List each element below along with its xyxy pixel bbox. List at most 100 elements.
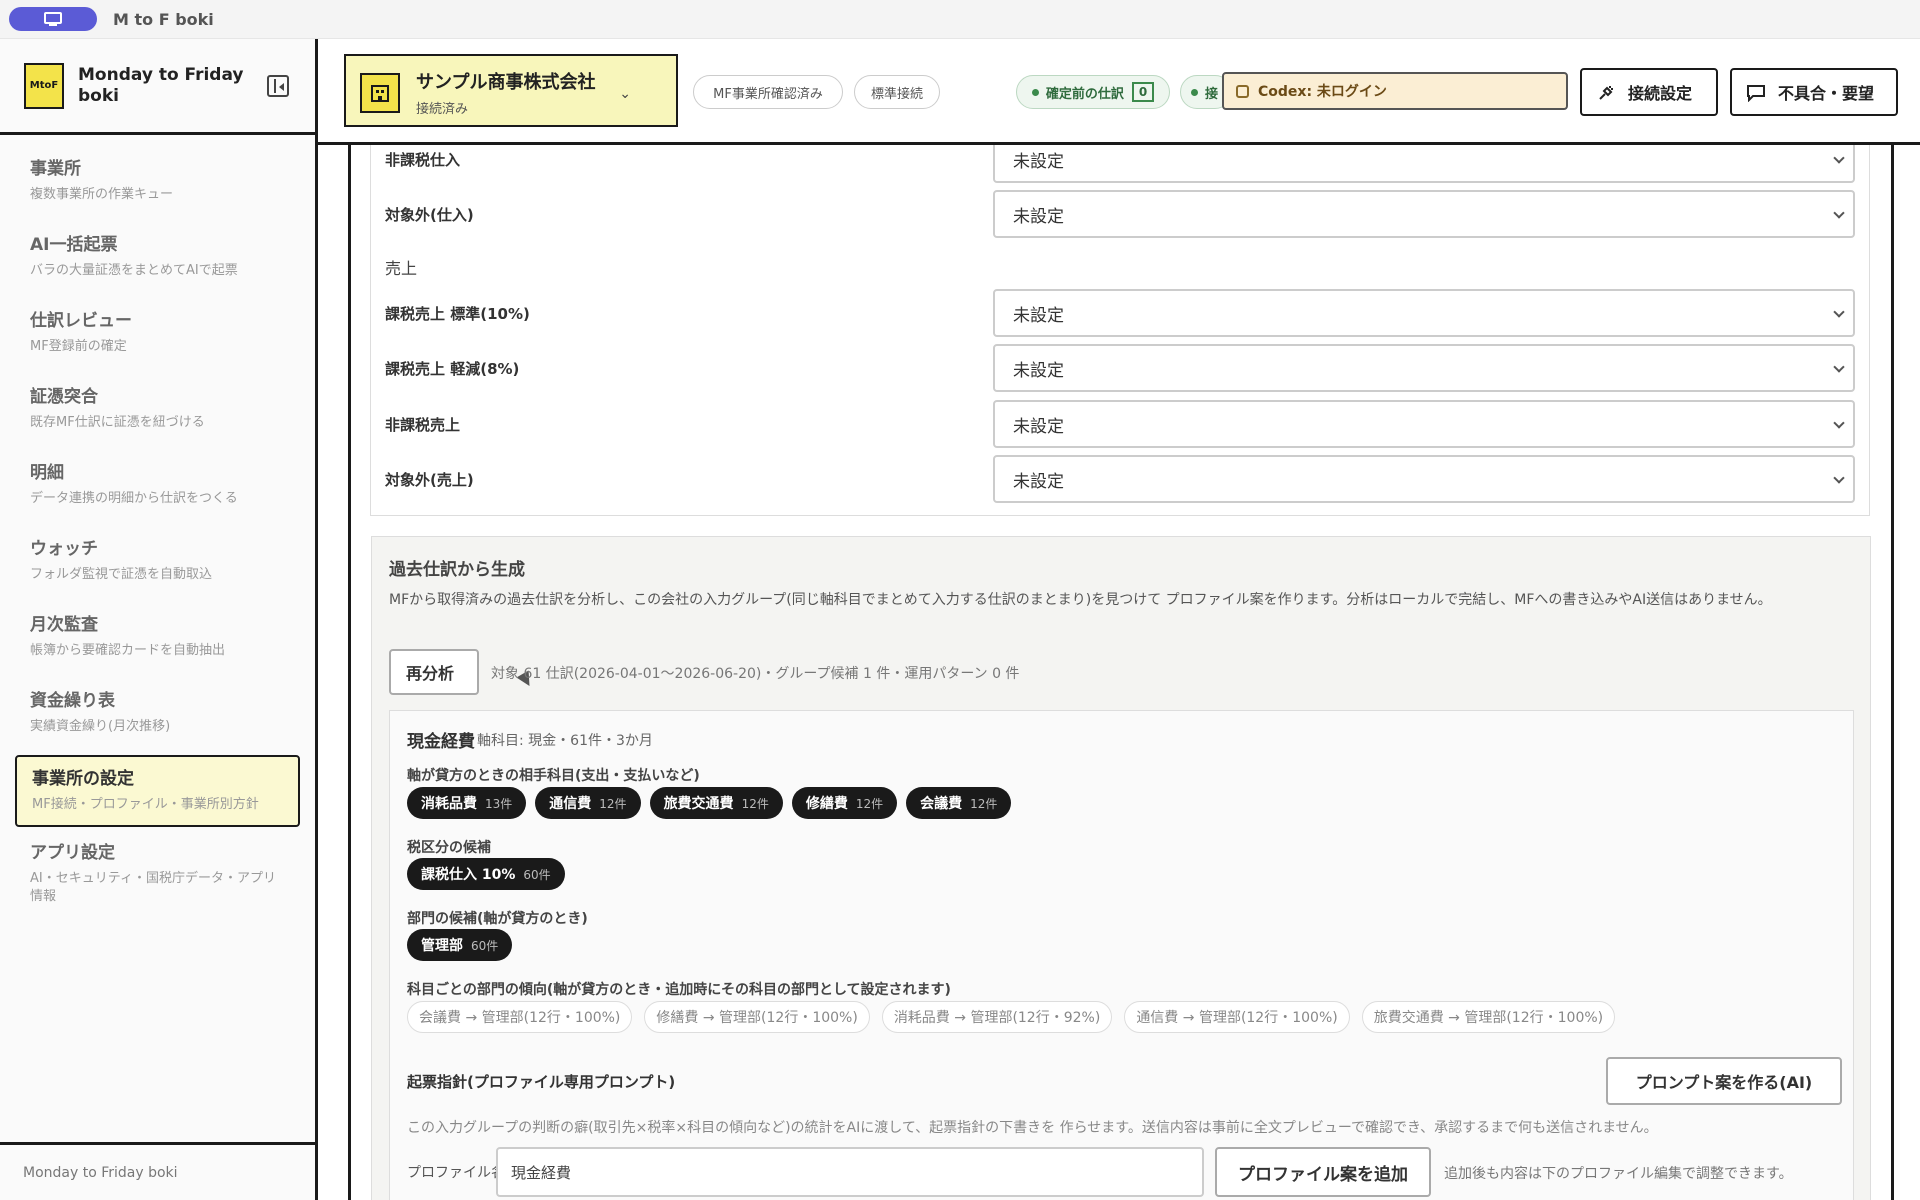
add-profile-button[interactable]: プロファイル案を追加 — [1215, 1147, 1431, 1197]
tax-name: 課税仕入 10% — [421, 867, 516, 883]
mf-office-verified-badge: MF事業所確認済み — [693, 75, 843, 109]
field-label: 非課税売上 — [385, 416, 461, 434]
sidebar-item-offices[interactable]: 事業所 複数事業所の作業キュー — [15, 147, 300, 219]
field-label: 課税売上 標準(10%) — [385, 305, 530, 323]
dept-pill[interactable]: 管理部 60件 — [407, 929, 513, 961]
sidebar-item-office-settings[interactable]: 事業所の設定 MF接続・プロファイル・事業所別方針 — [15, 755, 300, 827]
title-bar: M to F boki — [0, 0, 1920, 39]
sidebar-item-title: 事業所 — [30, 159, 81, 179]
input-group-card: 現金経費 軸科目: 現金・61件・3か月 軸が貸方のときの相手科目(支出・支払い… — [389, 710, 1854, 1200]
pending-journals-count: 0 — [1131, 82, 1155, 102]
monitor-icon — [44, 12, 62, 26]
generate-prompt-button[interactable]: プロンプト案を作る(AI) — [1606, 1057, 1842, 1105]
tax-mapping-select[interactable]: 未設定 — [993, 400, 1855, 448]
add-profile-note: 追加後も内容は下のプロファイル編集で調整できます。 — [1444, 1166, 1793, 1182]
account-pill[interactable]: 会議費 12件 — [906, 787, 1012, 819]
collapse-sidebar-icon[interactable] — [267, 75, 289, 97]
tax-mapping-select[interactable]: 未設定 — [993, 190, 1855, 238]
sidebar-item-subtitle: バラの大量証憑をまとめてAIで起票 — [30, 263, 238, 278]
reanalyze-button[interactable]: 再分析 — [389, 649, 479, 695]
tax-mapping-select[interactable]: 未設定 — [993, 145, 1855, 183]
sidebar-item-title: ウォッチ — [30, 539, 98, 559]
dept-candidates-list: 管理部 60件 — [407, 929, 521, 961]
codex-icon — [1236, 85, 1249, 98]
codex-login-status[interactable]: Codex: 未ログイン — [1222, 72, 1568, 110]
field-label: 対象外(仕入) — [385, 206, 474, 224]
feedback-button[interactable]: 不具合・要望 — [1730, 68, 1898, 116]
account-count: 12件 — [855, 796, 884, 811]
account-name: 通信費 — [549, 796, 592, 812]
pending-journals-chip[interactable]: 確定前の仕訳 0 — [1016, 75, 1170, 109]
account-pill[interactable]: 旅費交通費 12件 — [649, 787, 783, 819]
connection-status-label: 接 — [1205, 86, 1219, 102]
sidebar-item-subtitle: 実績資金繰り(月次推移) — [30, 719, 171, 734]
building-icon — [360, 73, 400, 113]
sidebar-item-subtitle: MF接続・プロファイル・事業所別方針 — [32, 797, 259, 812]
sidebar-item-journal-review[interactable]: 仕訳レビュー MF登録前の確定 — [15, 299, 300, 371]
account-pill[interactable]: 修繕費 12件 — [791, 787, 898, 819]
profile-name-label: プロファイル名 — [407, 1165, 505, 1181]
sidebar-item-app-settings[interactable]: アプリ設定 AI・セキュリティ・国税庁データ・アプリ情報 — [15, 831, 300, 911]
section-description: MFから取得済みの過去仕訳を分析し、この会社の入力グループ(同じ軸科目でまとめて… — [389, 592, 1772, 608]
window-title: M to F boki — [113, 9, 214, 29]
codex-status-label: Codex: 未ログイン — [1258, 84, 1387, 100]
sidebar-item-title: 明細 — [30, 463, 64, 483]
account-count: 13件 — [485, 796, 513, 811]
feedback-label: 不具合・要望 — [1778, 84, 1875, 103]
account-pill[interactable]: 消耗品費 13件 — [407, 787, 527, 819]
sidebar-item-watch[interactable]: ウォッチ フォルダ監視で証憑を自動取込 — [15, 527, 300, 599]
sidebar-item-subtitle: 既存MF仕訳に証憑を紐づける — [30, 415, 205, 430]
connection-type-badge: 標準接続 — [854, 75, 940, 109]
status-dot-icon — [1031, 88, 1039, 96]
account-pill[interactable]: 通信費 12件 — [535, 787, 641, 819]
field-label: 課税売上 軽減(8%) — [385, 360, 520, 378]
sidebar-item-title: アプリ設定 — [30, 843, 115, 863]
chevron-down-icon: ⌄ — [619, 86, 631, 102]
sidebar-item-cashflow[interactable]: 資金繰り表 実績資金繰り(月次推移) — [15, 679, 300, 751]
group-title: 現金経費 — [407, 732, 475, 752]
tax-pill[interactable]: 課税仕入 10% 60件 — [407, 858, 565, 890]
sidebar-nav: 事業所 複数事業所の作業キュー AI一括起票 バラの大量証憑をまとめてAIで起票… — [0, 135, 315, 911]
tendency-chip: 通信費 → 管理部(12行・100%) — [1124, 1001, 1350, 1033]
dept-tendency-list: 会議費 → 管理部(12行・100%) 修繕費 → 管理部(12行・100%) … — [407, 1001, 1627, 1033]
field-label: 非課税仕入 — [385, 151, 461, 169]
company-selector[interactable]: サンプル商事株式会社 接続済み ⌄ — [344, 54, 678, 127]
dept-tendency-label: 科目ごとの部門の傾向(軸が貸方のとき・追加時にその科目の部門として設定されます) — [407, 982, 951, 998]
counter-accounts-list: 消耗品費 13件 通信費 12件 旅費交通費 12件 修繕費 12件 会議費 12件 — [407, 787, 1020, 819]
tax-mapping-select[interactable]: 未設定 — [993, 289, 1855, 337]
analysis-summary: 対象 61 仕訳(2026-04-01〜2026-06-20)・グループ候補 1… — [491, 666, 1020, 682]
sidebar-item-title: 資金繰り表 — [30, 691, 115, 711]
tax-mapping-select[interactable]: 未設定 — [993, 344, 1855, 392]
tendency-chip: 会議費 → 管理部(12行・100%) — [407, 1001, 633, 1033]
tendency-chip: 修繕費 → 管理部(12行・100%) — [644, 1001, 870, 1033]
posting-policy-label: 起票指針(プロファイル専用プロンプト) — [407, 1073, 676, 1091]
tax-candidates-list: 課税仕入 10% 60件 — [407, 858, 574, 890]
tax-count: 60件 — [523, 867, 551, 882]
profile-name-input[interactable] — [496, 1147, 1204, 1197]
connection-settings-button[interactable]: 接続設定 — [1580, 68, 1718, 116]
sidebar-item-title: 仕訳レビュー — [30, 311, 132, 331]
app-switcher-button[interactable] — [9, 7, 97, 31]
sidebar-item-ai-bulk[interactable]: AI一括起票 バラの大量証憑をまとめてAIで起票 — [15, 223, 300, 295]
section-title: 過去仕訳から生成 — [389, 560, 525, 580]
account-count: 12件 — [741, 796, 769, 811]
posting-policy-description: この入力グループの判断の癖(取引先×税率×科目の傾向など)の統計をAIに渡して、… — [407, 1120, 1658, 1136]
pending-journals-label: 確定前の仕訳 — [1045, 86, 1124, 102]
sidebar-item-title: AI一括起票 — [30, 235, 118, 255]
tendency-chip: 消耗品費 → 管理部(12行・92%) — [881, 1001, 1113, 1033]
sidebar-item-subtitle: MF登録前の確定 — [30, 339, 127, 354]
sidebar-item-receipt-matching[interactable]: 証憑突合 既存MF仕訳に証憑を紐づける — [15, 375, 300, 447]
account-name: 会議費 — [920, 796, 963, 812]
group-subtitle: 軸科目: 現金・61件・3か月 — [477, 733, 653, 749]
generate-from-past-journals-card: 過去仕訳から生成 MFから取得済みの過去仕訳を分析し、この会社の入力グループ(同… — [371, 536, 1871, 1200]
tax-mapping-select[interactable]: 未設定 — [993, 455, 1855, 503]
sidebar-item-subtitle: AI・セキュリティ・国税庁データ・アプリ情報 — [30, 871, 276, 904]
sidebar-item-statements[interactable]: 明細 データ連携の明細から仕訳をつくる — [15, 451, 300, 523]
dept-candidates-label: 部門の候補(軸が貸方のとき) — [407, 911, 588, 927]
sidebar-item-monthly-audit[interactable]: 月次監査 帳簿から要確認カードを自動抽出 — [15, 603, 300, 675]
content-border-left — [348, 145, 351, 1200]
message-icon — [1747, 85, 1765, 102]
app-logo: MtoF — [24, 62, 64, 109]
account-count: 12件 — [599, 796, 627, 811]
account-name: 旅費交通費 — [663, 796, 734, 812]
